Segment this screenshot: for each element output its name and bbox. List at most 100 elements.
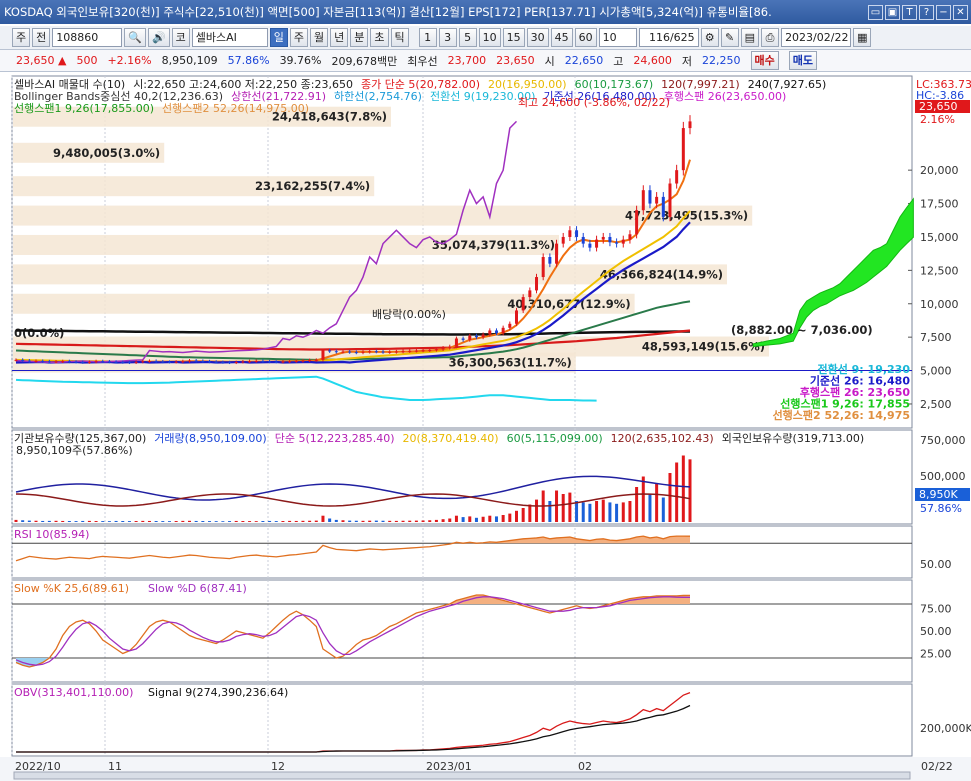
volume-bar [221, 521, 225, 522]
candle-body [568, 230, 572, 237]
volume-bar [241, 521, 245, 522]
volume-bar [161, 521, 165, 522]
chart-canvas[interactable]: 24,418,643(7.8%)9,480,005(3.0%)23,162,25… [0, 0, 971, 781]
rsi-legend: RSI 10(85.94) [14, 528, 89, 541]
volume-profile-label: 0(0.0%) [14, 326, 64, 340]
candle-body [87, 361, 91, 363]
x-axis-label: 11 [108, 760, 122, 773]
volume-bar [528, 504, 532, 522]
candle-body [454, 338, 458, 347]
candle-body [268, 361, 272, 363]
volume-y-label: 500,000 [920, 470, 966, 483]
volume-bar [514, 510, 518, 522]
volume-bar [588, 503, 592, 522]
volume-bar [535, 499, 539, 522]
candle-body [174, 361, 178, 363]
candle-body [248, 361, 252, 363]
candle-body [14, 359, 18, 361]
volume-bar [615, 503, 619, 522]
candle-body [581, 236, 585, 244]
candle-body [414, 350, 418, 352]
volume-bar [501, 515, 505, 522]
volume-bar [194, 520, 198, 522]
candle-body [254, 360, 258, 362]
candle-body [161, 361, 165, 363]
volume-legend: 단순 5(12,223,285.40) [275, 432, 395, 445]
candle-body [408, 350, 412, 352]
candle-body [181, 361, 185, 363]
candle-body [328, 350, 332, 352]
candle-body [381, 351, 385, 353]
candle-body [194, 360, 198, 362]
volume-bar [294, 520, 298, 522]
volume-sub-legend: 8,950,109주(57.86%) [16, 444, 133, 457]
volume-bar [655, 483, 659, 522]
candle-body [241, 361, 245, 363]
candle-body [228, 362, 232, 364]
candle-body [61, 361, 65, 363]
candle-body [121, 362, 125, 364]
candle-body [81, 362, 85, 364]
volume-legend: 거래량(8,950,109.00) [154, 432, 266, 445]
panel-obv-frame [11, 683, 913, 757]
y-tick-label: 7,500 [920, 331, 952, 344]
volume-bar [34, 520, 38, 522]
volume-bar [454, 515, 458, 522]
ichimoku-legend: 선행스팬1 9,26(17,855.00) [14, 102, 154, 115]
candle-body [41, 360, 45, 362]
candle-body [461, 338, 465, 340]
candle-body [188, 360, 192, 362]
candle-body [595, 239, 599, 248]
candle-body [401, 351, 405, 353]
candle-body [481, 334, 485, 338]
volume-bar [595, 501, 599, 522]
volume-bar [54, 520, 58, 522]
candle-body [648, 190, 652, 204]
candle-body [127, 362, 131, 364]
candle-body [468, 335, 472, 340]
volume-bar [408, 520, 412, 522]
volume-bar [414, 520, 418, 522]
volume-bar [274, 521, 278, 522]
pct-tag: 2.16% [920, 113, 955, 126]
volume-bar [648, 494, 652, 522]
volume-bar [601, 499, 605, 522]
y-tick-label: 20,000 [920, 164, 959, 177]
panel-stoch-frame [11, 579, 913, 683]
x-axis-label: 2023/01 [426, 760, 472, 773]
candle-body [321, 350, 325, 360]
candle-body [308, 360, 312, 362]
x-axis-label: 02 [578, 760, 592, 773]
candle-body [74, 361, 78, 363]
candle-body [214, 361, 218, 363]
candle-body [107, 361, 111, 363]
volume-bar [308, 520, 312, 522]
volume-bar [94, 521, 98, 522]
volume-bar [334, 519, 338, 522]
volume-bar [635, 487, 639, 522]
candle-body [434, 349, 438, 351]
candle-body [548, 257, 552, 264]
dividend-note: 배당락(0.00%) [372, 308, 446, 321]
horizontal-scrollbar[interactable] [13, 771, 911, 780]
candle-body [114, 361, 118, 363]
y-tick-label: 2,500 [920, 398, 952, 411]
candle-body [501, 327, 505, 334]
volume-bar [421, 520, 425, 522]
candle-body [635, 210, 639, 235]
price-tag: 23,650 [919, 100, 958, 113]
volume-bar [61, 520, 65, 522]
candle-body [681, 128, 685, 171]
volume-bar [681, 455, 685, 522]
candle-body [301, 360, 305, 362]
indicator-legend: 하한선(2,754.76) [334, 89, 422, 103]
candle-body [675, 170, 679, 184]
volume-profile-label: 9,480,005(3.0%) [53, 146, 160, 160]
high-note: 최고 24,600 (-3.86%, 02/22) [518, 96, 670, 109]
candle-body [294, 360, 298, 362]
candle-body [354, 352, 358, 354]
candle-body [201, 360, 205, 362]
volume-legend: 외국인보유수량(319,713.00) [722, 432, 864, 445]
volume-bar [661, 497, 665, 522]
volume-bar [555, 490, 559, 522]
